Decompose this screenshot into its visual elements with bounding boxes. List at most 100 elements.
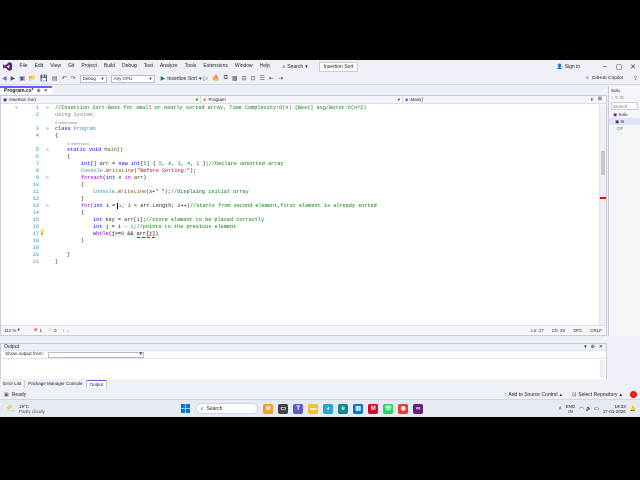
pin-icon[interactable]: ⊕ [591,344,595,350]
save-icon[interactable]: 💾 [40,75,47,82]
menu-edit[interactable]: Edit [31,60,47,73]
minimize-button[interactable]: – [598,63,612,70]
volume-icon[interactable]: 🔊 [586,406,592,412]
language-indicator[interactable]: ENG IN [566,404,576,414]
run-without-debug-icon[interactable]: ▷ [204,75,209,82]
menu-build[interactable]: Build [100,60,118,73]
tab-program-cs[interactable]: Program.cs* ⊕ ✕ [0,86,52,94]
search-box[interactable]: ⌕ Search ▾ [279,64,310,70]
fold-toggle-icon[interactable]: ⊟ [46,105,48,111]
tree-item[interactable]: C# [609,125,640,132]
mcafee-icon[interactable]: M [368,403,379,414]
menu-extensions[interactable]: Extensions [200,60,231,73]
code-area[interactable]: 1 2 3 4 5 6 7 8 9 10 11 12 13 14 15 16 1… [1,105,599,325]
add-to-source-control-button[interactable]: ↑ Add to Source Control ▴ [504,392,562,398]
member-dropdown[interactable]: ◆ Main() ▾ [403,96,595,103]
fold-toggle-icon[interactable]: ⊟ [46,203,48,209]
forward-icon[interactable]: ▶ [11,75,16,82]
taskbar-search[interactable]: ⌕ Search [195,403,258,414]
toolbar-icon-a[interactable]: ⧉ [224,75,228,82]
toolbar-icon-e[interactable]: ☰ [260,75,265,82]
tab-package-manager-console[interactable]: Package Manager Console [25,379,87,388]
close-icon[interactable]: ✕ [599,344,603,350]
panel-toolbar-icons[interactable]: ⌂ ↻ ⊟ [609,94,640,101]
vertical-scrollbar[interactable] [599,105,606,325]
tab-error-list[interactable]: Error List [0,379,26,388]
codelens-references[interactable]: 0 references [55,120,77,125]
tab-output[interactable]: Output [86,379,108,388]
fold-toggle-icon[interactable]: ⊟ [46,126,48,132]
github-copilot-button[interactable]: ☺ GitHub Copilot [585,76,623,81]
menu-tools[interactable]: Tools [181,60,200,73]
whitespace-indicator[interactable]: SPC [573,328,582,333]
notification-bell-icon[interactable]: 🔔 [630,406,636,412]
menu-window[interactable]: Window [231,60,256,73]
platform-dropdown[interactable]: Any CPU ▾ [110,74,155,83]
lightbulb-icon[interactable]: 💡 [39,230,45,236]
menu-view[interactable]: View [47,60,65,73]
error-count[interactable]: ⊗ 1 [34,327,42,333]
fold-toggle-icon[interactable]: ⊟ [46,147,48,153]
wifi-icon[interactable]: ◠ [579,406,583,412]
scrollbar-thumb[interactable] [601,151,605,175]
toolbar-icon-d[interactable]: ⊡ [251,75,256,82]
menu-file[interactable]: File [16,60,31,73]
whatsapp-icon[interactable]: ☏ [383,403,394,414]
zoom-dropdown[interactable]: 112 % ▾ [4,327,20,333]
output-scrollbar[interactable] [600,360,605,378]
chrome-icon[interactable]: ◉ [398,403,409,414]
copilot-icon[interactable]: ◕ [323,403,334,414]
menu-test[interactable]: Test [140,60,156,73]
toolbar-icon-g[interactable]: ⇥ [278,75,283,82]
clock[interactable]: 19:33 17-01-2026 [603,404,626,414]
toolbar-icon-b[interactable]: ▦ [232,75,238,82]
widgets-icon[interactable]: ✿ [263,403,274,414]
menu-debug[interactable]: Debug [119,60,141,73]
tray-overflow-icon[interactable]: ˄ [559,406,562,412]
chevron-down-icon[interactable]: ▾ [584,344,587,350]
file-explorer-icon[interactable]: ▬ [308,403,319,414]
project-dropdown[interactable]: ▣ Insertion Sort ▾ [1,96,201,103]
tree-item[interactable]: ▣ Solu [609,111,640,118]
hot-reload-icon[interactable]: 🔥 [212,75,219,82]
visual-studio-taskbar-icon[interactable]: ∞ [413,403,424,414]
battery-icon[interactable]: ▭ [594,406,599,412]
start-button-icon[interactable] [180,404,190,414]
pin-icon[interactable]: ⊕ [36,88,40,94]
tree-item[interactable]: ▣ In [609,118,640,125]
codelens-references[interactable]: 0 references [67,141,89,146]
new-item-icon[interactable]: ▣ [19,75,25,82]
split-icon[interactable]: ⊞ [595,96,605,103]
redo-icon[interactable]: ↷ [71,75,76,82]
fold-toggle-icon[interactable]: ⊟ [46,175,48,181]
menu-git[interactable]: Git [64,60,77,73]
task-view-icon[interactable]: ▭ [278,403,289,414]
sign-in-button[interactable]: 👤 Sign in [556,64,580,70]
maximize-button[interactable]: ▢ [612,63,626,71]
edge-icon[interactable]: e [338,403,349,414]
warning-count[interactable]: ⚠ 0 [48,327,57,333]
solution-search-input[interactable]: Search [611,102,638,110]
nav-up-icon[interactable]: ↑ [63,328,65,333]
save-all-icon[interactable]: ▤ [52,75,58,82]
configuration-dropdown[interactable]: Debug ▾ [79,74,107,83]
close-button[interactable]: ✕ [626,63,640,71]
nav-down-icon[interactable]: ↓ [67,328,69,333]
undo-icon[interactable]: ↶ [62,75,67,82]
teams-icon[interactable]: T [293,403,304,414]
toolbar-icon-c[interactable]: ⊟ [242,75,247,82]
notification-icon[interactable]: ! [630,391,637,398]
store-icon[interactable]: ▤ [353,403,364,414]
start-debugging-button[interactable]: ▶ Insertion Sort ▾ [161,75,202,83]
back-icon[interactable]: ◀ [2,75,7,82]
class-dropdown[interactable]: ◈ Program ▾ [201,96,403,103]
weather-widget[interactable]: ⛅ 19°C Partly cloudy [6,404,45,414]
select-repository-button[interactable]: ⊡ Select Repository ▴ [572,392,622,398]
open-icon[interactable]: 📂 [29,75,36,82]
line-ending-indicator[interactable]: CRLF [590,328,602,333]
close-tab-icon[interactable]: ✕ [44,88,48,94]
toolbar-icon-f[interactable]: ⇤ [269,75,274,82]
menu-help[interactable]: Help [256,60,273,73]
menu-project[interactable]: Project [78,60,101,73]
output-source-dropdown[interactable]: ▾ [47,351,144,358]
